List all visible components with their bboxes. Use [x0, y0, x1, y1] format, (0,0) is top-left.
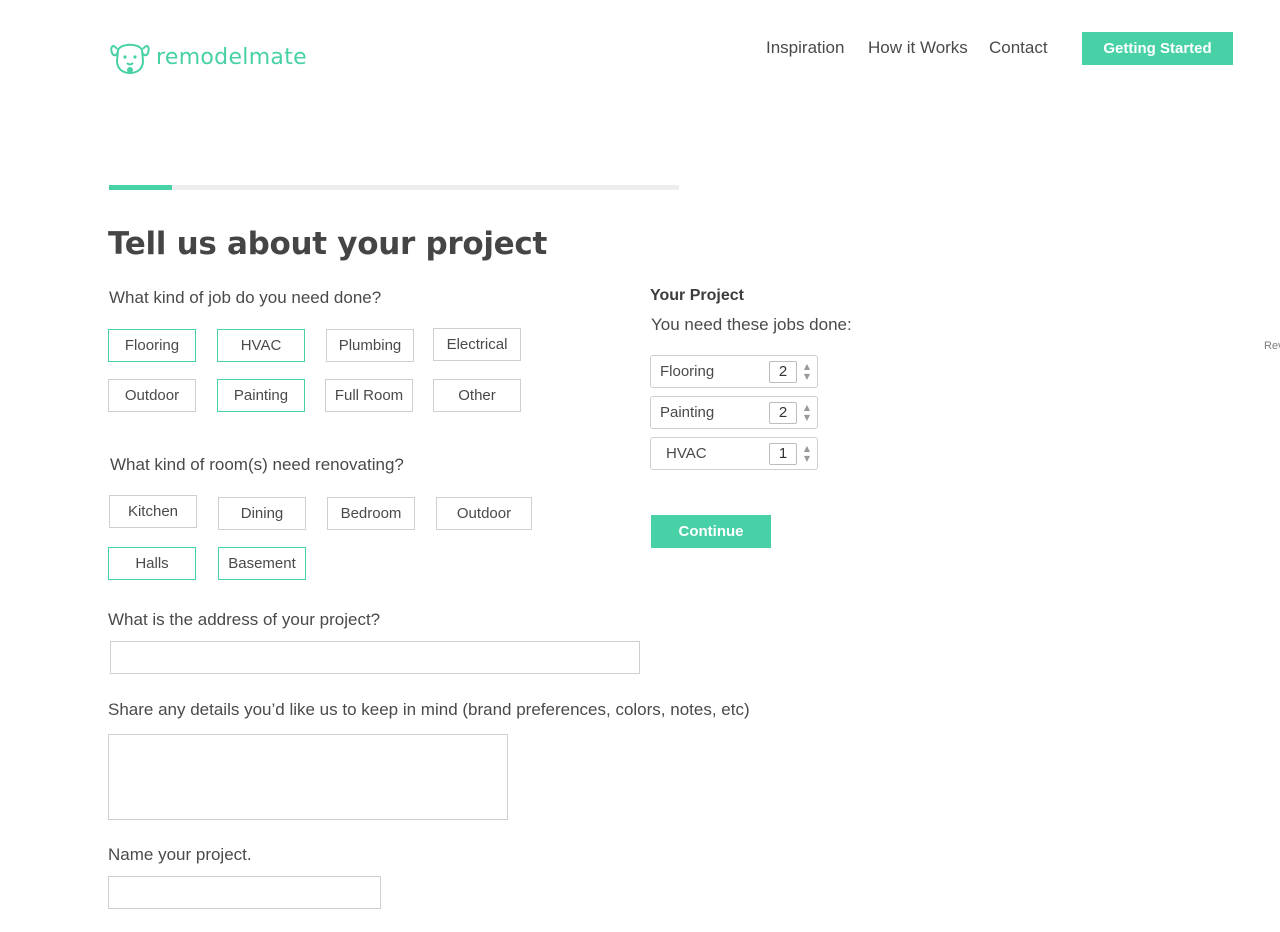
summary-job-painting: Painting 2 ▲ ▼ [650, 396, 818, 429]
nav-inspiration[interactable]: Inspiration [766, 38, 844, 58]
details-question: Share any details you’d like us to keep … [108, 700, 750, 719]
quantity-stepper-icon[interactable]: ▲ ▼ [802, 362, 812, 382]
dog-logo-icon [110, 43, 150, 75]
summary-title: Your Project [650, 287, 744, 304]
room-option-halls[interactable]: Halls [108, 547, 196, 580]
job-option-hvac[interactable]: HVAC [217, 329, 305, 362]
summary-job-hvac: HVAC 1 ▲ ▼ [650, 437, 818, 470]
room-option-basement[interactable]: Basement [218, 547, 306, 580]
page-title: Tell us about your project [108, 226, 547, 262]
job-option-flooring[interactable]: Flooring [108, 329, 196, 362]
address-input[interactable] [110, 641, 640, 674]
job-question: What kind of job do you need done? [109, 288, 382, 307]
getting-started-button[interactable]: Getting Started [1082, 32, 1233, 65]
summary-job-label: Flooring [660, 363, 715, 380]
job-option-electrical[interactable]: Electrical [433, 328, 521, 361]
quantity-input[interactable]: 1 [769, 443, 797, 465]
job-option-outdoor[interactable]: Outdoor [108, 379, 196, 412]
nav-contact[interactable]: Contact [989, 38, 1048, 58]
room-option-bedroom[interactable]: Bedroom [327, 497, 415, 530]
room-option-outdoor[interactable]: Outdoor [436, 497, 532, 530]
summary-job-label: Painting [660, 404, 715, 421]
room-question: What kind of room(s) need renovating? [110, 455, 404, 474]
edge-tab-label[interactable]: Rev [1264, 340, 1280, 352]
room-option-kitchen[interactable]: Kitchen [109, 495, 197, 528]
details-textarea[interactable] [108, 734, 508, 820]
project-name-input[interactable] [108, 876, 381, 909]
continue-button[interactable]: Continue [651, 515, 771, 548]
progress-bar-fill [109, 185, 172, 190]
quantity-stepper-icon[interactable]: ▲ ▼ [802, 403, 812, 423]
quantity-stepper-icon[interactable]: ▲ ▼ [802, 444, 812, 464]
logo-wordmark: remodelmate [156, 44, 307, 70]
job-option-painting[interactable]: Painting [217, 379, 305, 412]
summary-subtitle: You need these jobs done: [651, 315, 852, 334]
summary-job-label: HVAC [666, 445, 707, 462]
progress-bar [109, 185, 679, 190]
project-name-question: Name your project. [108, 845, 252, 864]
address-question: What is the address of your project? [108, 610, 381, 629]
summary-job-flooring: Flooring 2 ▲ ▼ [650, 355, 818, 388]
job-option-other[interactable]: Other [433, 379, 521, 412]
quantity-input[interactable]: 2 [769, 361, 797, 383]
quantity-input[interactable]: 2 [769, 402, 797, 424]
logo[interactable]: remodelmate [109, 37, 307, 77]
room-option-dining[interactable]: Dining [218, 497, 306, 530]
nav-how-it-works[interactable]: How it Works [868, 38, 968, 58]
job-option-plumbing[interactable]: Plumbing [326, 329, 414, 362]
job-option-full-room[interactable]: Full Room [325, 379, 413, 412]
